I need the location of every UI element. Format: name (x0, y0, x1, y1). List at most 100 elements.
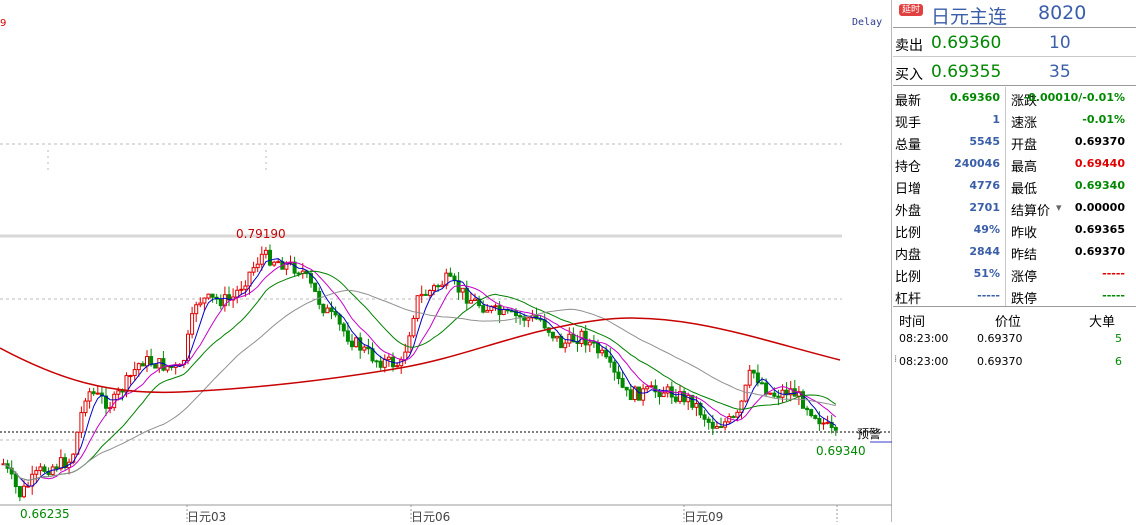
candle-body (731, 416, 736, 419)
candle-body (833, 426, 838, 431)
candle-body (464, 287, 469, 304)
candle-body (198, 302, 203, 306)
stat-right-3: 最高 0.69440 (893, 154, 1136, 176)
stat-label: 最低 (1011, 182, 1038, 197)
candle-body (325, 307, 330, 314)
candle-body (460, 287, 465, 293)
candle-body (259, 253, 264, 265)
candle-body (702, 414, 707, 420)
sell-row[interactable]: 卖出 0.69360 10 (893, 29, 1136, 57)
sell-label: 卖出 (895, 38, 923, 54)
candle-body (132, 369, 137, 377)
candle-body (17, 486, 22, 498)
candle-body (34, 470, 39, 475)
candle-body (13, 473, 18, 488)
stat-value: -0.01% (1082, 113, 1125, 126)
sell-volume: 10 (1049, 33, 1071, 53)
buy-price: 0.69355 (931, 62, 1002, 82)
candle-body (22, 485, 26, 498)
candle-body (678, 391, 682, 402)
candle-body (555, 335, 559, 339)
candle-body (604, 349, 609, 358)
candle-body (415, 295, 420, 319)
ma10-line (3, 261, 837, 481)
stat-value: 0.69370 (1074, 245, 1125, 258)
candle-body (719, 426, 723, 429)
candle-body (79, 412, 84, 433)
candle-body (140, 363, 145, 367)
candle-body (637, 386, 641, 401)
candle-body (768, 392, 773, 395)
candle-body (624, 386, 629, 391)
candle-body (136, 363, 141, 371)
stat-value: ----- (1102, 267, 1125, 280)
candle-body (149, 356, 154, 366)
candle-body (427, 290, 432, 296)
candle-body (362, 346, 367, 351)
candle-body (645, 386, 650, 390)
candle-body (473, 298, 477, 302)
candle-body (813, 415, 818, 419)
candle-body (805, 407, 810, 411)
buy-volume: 35 (1049, 62, 1071, 82)
candle-body (399, 359, 404, 367)
candle-body (690, 394, 695, 408)
stat-label: 昨收 (1011, 226, 1038, 241)
stat-value: ----- (1102, 289, 1125, 302)
candle-body (432, 285, 436, 292)
candle-body (202, 297, 207, 304)
candle-body (620, 378, 625, 388)
alert-label[interactable]: 预警 (857, 425, 881, 442)
high-price-label: 0.79190 (236, 227, 286, 241)
candle-body (145, 356, 149, 367)
candle-body (751, 369, 756, 374)
stat-right-7: 昨结 0.69370 (893, 242, 1136, 264)
tick-header-time: 时间 (899, 315, 926, 330)
stats-bottom-rule (893, 306, 1136, 307)
candle-body (583, 330, 588, 346)
candle-body (743, 384, 748, 402)
settlement-dropdown-icon[interactable]: ▾ (1056, 201, 1062, 214)
candle-body (608, 356, 613, 363)
candle-body (292, 261, 297, 274)
candle-body (526, 317, 531, 321)
candle-body (661, 392, 666, 398)
kline-canvas[interactable] (0, 0, 892, 522)
candle-body (567, 333, 572, 344)
stat-right-4: 最低 0.69340 (893, 176, 1136, 198)
candle-body (128, 375, 133, 378)
candle-body (518, 315, 523, 318)
stats-divider (1005, 87, 1006, 306)
tick-header-bigorder: 大单 (1089, 315, 1116, 330)
candle-body (825, 421, 830, 424)
candle-body (120, 390, 125, 393)
stat-label: 速涨 (1011, 116, 1038, 131)
buy-row[interactable]: 买入 0.69355 35 (893, 58, 1136, 86)
candle-body (563, 342, 568, 349)
tick-volume: 6 (1115, 355, 1122, 368)
candle-body (341, 323, 346, 332)
tick-header-price: 价位 (995, 315, 1022, 330)
candle-body (255, 263, 260, 269)
candle-body (239, 288, 244, 291)
candle-body (809, 409, 814, 417)
buy-label: 买入 (895, 67, 923, 83)
kline-chart[interactable]: 9 Delay 0.79190 0.66235 0.69340 预警 日元03 … (0, 0, 892, 524)
candle-body (83, 400, 88, 414)
low-price-label: 0.66235 (20, 507, 70, 521)
candle-body (276, 261, 281, 264)
candle-body (38, 466, 43, 472)
sell-price: 0.69360 (931, 33, 1002, 53)
tick-volume: 5 (1115, 332, 1122, 345)
tick-row[interactable]: ⁞ 08:23:00 0.69370 6 (893, 353, 1136, 373)
candle-body (641, 388, 646, 401)
instrument-name: 日元主连 (931, 6, 1008, 28)
candle-body (329, 307, 334, 312)
candle-body (95, 392, 100, 395)
candle-body (587, 341, 592, 346)
quote-panel: 延时 日元主连 8020 卖出 0.69360 10 买入 0.69355 35… (893, 0, 1136, 522)
tick-row[interactable]: 08:23:00 0.69370 5 (893, 330, 1136, 350)
candle-body (468, 300, 473, 304)
stat-value: -0.00010/-0.01% (1023, 91, 1125, 104)
panel-header: 延时 日元主连 8020 (893, 0, 1136, 28)
